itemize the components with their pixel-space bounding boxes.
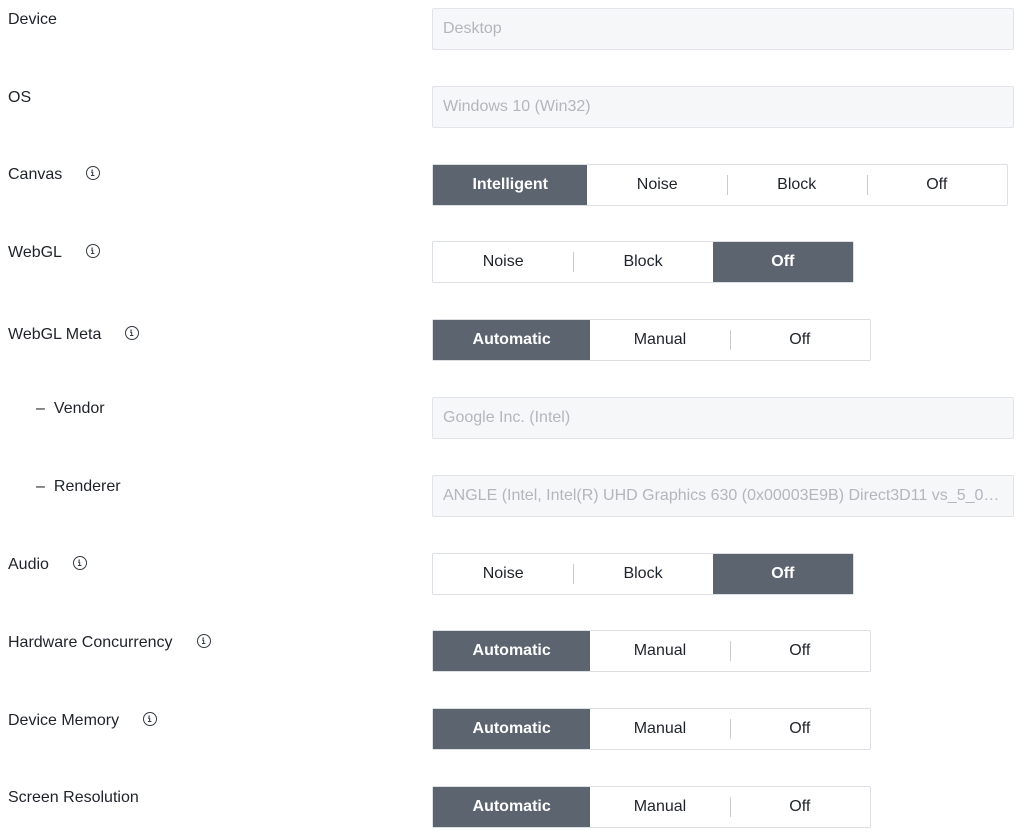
webgl-segmented-control: Noise Block Off <box>432 241 854 283</box>
audio-option-off[interactable]: Off <box>712 554 853 594</box>
canvas-label-wrap: Canvas <box>8 165 101 185</box>
hardware-concurrency-segmented-control: Automatic Manual Off <box>432 630 871 672</box>
info-icon[interactable] <box>143 712 158 726</box>
webgl-option-block[interactable]: Block <box>573 242 712 282</box>
device-memory-label: Device Memory <box>8 712 120 729</box>
webgl-meta-segmented-control: Automatic Manual Off <box>432 319 871 361</box>
vendor-label: Vendor <box>53 400 105 417</box>
hardware-concurrency-option-manual[interactable]: Manual <box>590 631 729 671</box>
renderer-label: Renderer <box>53 478 121 495</box>
webgl-label-wrap: WebGL <box>8 243 100 263</box>
screen-resolution-option-off[interactable]: Off <box>729 787 870 827</box>
info-icon[interactable] <box>125 326 140 340</box>
canvas-label: Canvas <box>8 166 63 183</box>
screen-resolution-segmented-control: Automatic Manual Off <box>432 786 871 828</box>
webgl-meta-label-wrap: WebGL Meta <box>8 325 140 345</box>
screen-resolution-option-automatic[interactable]: Automatic <box>433 787 591 827</box>
screen-resolution-label: Screen Resolution <box>8 789 139 806</box>
hardware-concurrency-option-off[interactable]: Off <box>729 631 870 671</box>
audio-label: Audio <box>8 556 49 573</box>
webgl-option-off[interactable]: Off <box>712 242 853 282</box>
webgl-option-noise[interactable]: Noise <box>433 242 573 282</box>
info-icon[interactable] <box>196 634 211 648</box>
device-memory-option-off[interactable]: Off <box>729 709 870 749</box>
sub-item-dash: – <box>36 400 45 417</box>
canvas-option-off[interactable]: Off <box>866 165 1008 205</box>
webgl-meta-option-automatic[interactable]: Automatic <box>433 320 591 360</box>
device-memory-option-automatic[interactable]: Automatic <box>433 709 591 749</box>
device-memory-label-wrap: Device Memory <box>8 711 158 731</box>
hardware-concurrency-option-automatic[interactable]: Automatic <box>433 631 591 671</box>
info-icon[interactable] <box>86 166 101 180</box>
vendor-label-wrap: – Vendor <box>36 399 105 419</box>
canvas-option-noise[interactable]: Noise <box>587 165 727 205</box>
webgl-label: WebGL <box>8 244 62 261</box>
webgl-meta-option-off[interactable]: Off <box>729 320 870 360</box>
renderer-label-wrap: – Renderer <box>36 477 121 497</box>
sub-item-dash: – <box>36 478 45 495</box>
audio-option-block[interactable]: Block <box>573 554 712 594</box>
os-label: OS <box>8 89 32 106</box>
webgl-meta-option-manual[interactable]: Manual <box>590 320 729 360</box>
device-memory-option-manual[interactable]: Manual <box>590 709 729 749</box>
renderer-field[interactable]: ANGLE (Intel, Intel(R) UHD Graphics 630 … <box>432 475 1014 517</box>
audio-option-noise[interactable]: Noise <box>433 554 573 594</box>
info-icon[interactable] <box>85 244 100 258</box>
info-icon[interactable] <box>72 556 87 570</box>
canvas-option-intelligent[interactable]: Intelligent <box>433 165 588 205</box>
hardware-concurrency-label: Hardware Concurrency <box>8 634 173 651</box>
canvas-option-block[interactable]: Block <box>726 165 867 205</box>
device-memory-segmented-control: Automatic Manual Off <box>432 708 871 750</box>
device-field[interactable]: Desktop <box>432 8 1014 50</box>
audio-label-wrap: Audio <box>8 555 87 575</box>
device-label: Device <box>8 11 57 28</box>
vendor-field[interactable]: Google Inc. (Intel) <box>432 397 1014 439</box>
audio-segmented-control: Noise Block Off <box>432 553 854 595</box>
webgl-meta-label: WebGL Meta <box>8 326 102 343</box>
screen-resolution-option-manual[interactable]: Manual <box>590 787 729 827</box>
canvas-segmented-control: Intelligent Noise Block Off <box>432 164 1008 206</box>
hardware-concurrency-label-wrap: Hardware Concurrency <box>8 633 211 653</box>
os-field[interactable]: Windows 10 (Win32) <box>432 86 1014 128</box>
